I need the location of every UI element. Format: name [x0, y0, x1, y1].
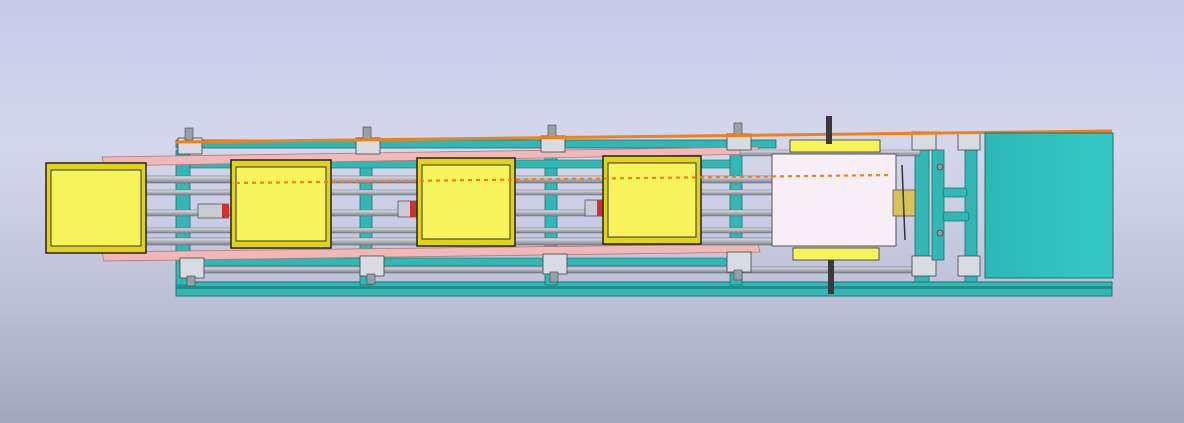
fitting-2: [936, 229, 944, 237]
yellow-plate-top: [789, 139, 881, 153]
bearing-bottom-5: [911, 255, 981, 277]
sensor-red-1: [222, 204, 229, 218]
pneumatics: [931, 149, 970, 261]
tray-1: [45, 162, 147, 254]
tray-3: [416, 157, 516, 247]
white-box: [771, 153, 897, 247]
sensor-red-3: [597, 200, 603, 216]
cad-viewport[interactable]: [0, 0, 1184, 423]
inner-frame-bottom: [189, 257, 731, 267]
cylinder-1: [942, 187, 968, 198]
control-cabinet: [984, 132, 1114, 279]
tray-4: [602, 155, 702, 245]
shaft-bottom: [828, 260, 834, 294]
sensor-red-2: [410, 201, 416, 217]
shaft-top: [826, 116, 832, 144]
tray-2: [230, 159, 332, 249]
cylinder-2: [942, 211, 970, 222]
base-rail-shadow: [176, 286, 1112, 289]
fitting-1: [936, 163, 944, 171]
conveyor-assembly-drawing: [45, 116, 1114, 297]
yellow-plate-bottom: [792, 247, 880, 261]
